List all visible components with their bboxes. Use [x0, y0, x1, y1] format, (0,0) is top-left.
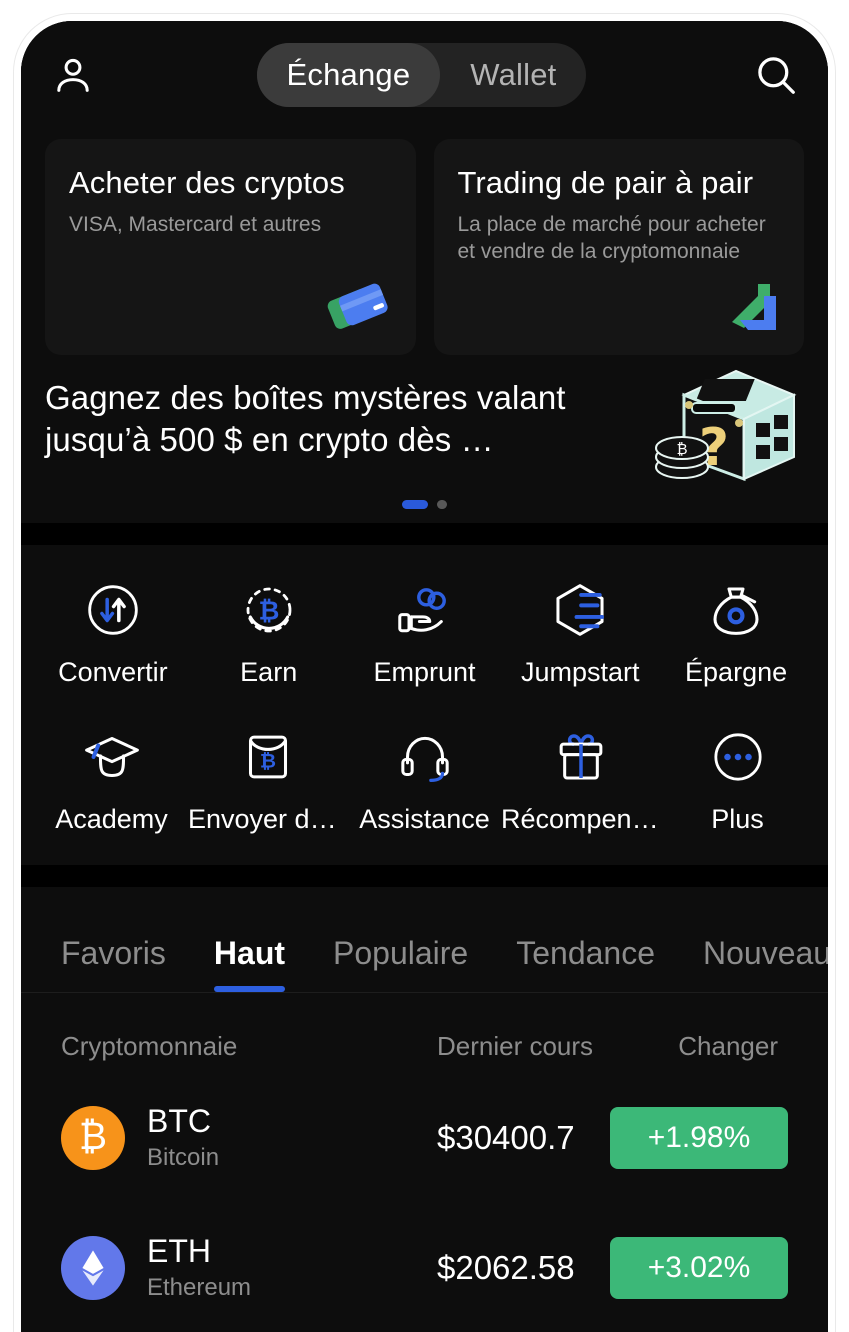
credit-cards-icon: [322, 276, 400, 343]
change-badge[interactable]: +1.98%: [610, 1107, 788, 1169]
coin-symbol: BTC: [147, 1103, 211, 1139]
coin-identity: ₿ BTC Bitcoin: [61, 1103, 431, 1173]
promo-card-list: Acheter des cryptos VISA, Mastercard et …: [21, 129, 828, 355]
market-tab-tendance[interactable]: Tendance: [516, 935, 679, 992]
quick-action-recompenses[interactable]: Récompenses: [501, 728, 661, 835]
app-header: Échange Wallet: [21, 21, 828, 129]
market-tab-favoris[interactable]: Favoris: [61, 935, 190, 992]
tab-wallet[interactable]: Wallet: [440, 43, 586, 107]
exchange-arrows-icon: [718, 276, 788, 343]
coin-price: $2062.58: [437, 1249, 575, 1286]
market-section: Favoris Haut Populaire Tendance Nouveau …: [21, 887, 828, 1332]
promo-banner[interactable]: Gagnez des boîtes mystères valant jusqu’…: [21, 355, 828, 523]
loan-hand-icon: [394, 581, 454, 639]
quick-action-academy[interactable]: Academy: [35, 728, 188, 835]
market-tabs: Favoris Haut Populaire Tendance Nouveau: [21, 887, 828, 993]
banner-dot-active[interactable]: [402, 500, 428, 509]
exchange-wallet-toggle[interactable]: Échange Wallet: [256, 43, 587, 107]
column-header-change: Changer: [678, 1030, 778, 1061]
table-row[interactable]: ₿ BTC Bitcoin $30400.7 +1.98%: [21, 1073, 828, 1203]
quick-action-jumpstart[interactable]: Jumpstart: [502, 581, 658, 688]
quick-action-envoyer[interactable]: ₿ Envoyer de l…: [188, 728, 348, 835]
promo-card-subtitle: La place de marché pour acheter et vendr…: [457, 212, 766, 264]
promo-card-title: Trading de pair à pair: [457, 165, 754, 200]
coin-name: Bitcoin: [147, 1143, 220, 1171]
market-tab-nouveau[interactable]: Nouveau: [703, 935, 828, 992]
quick-action-label: Envoyer de l…: [188, 804, 348, 834]
market-tab-populaire[interactable]: Populaire: [333, 935, 492, 992]
quick-action-epargne[interactable]: Épargne: [658, 581, 814, 688]
quick-action-label: Épargne: [685, 657, 788, 687]
coin-symbol: ETH: [147, 1233, 211, 1269]
savings-bag-icon: [708, 581, 764, 639]
quick-action-earn[interactable]: ₿ Earn: [191, 581, 347, 688]
promo-card-title: Acheter des cryptos: [69, 165, 345, 200]
quick-action-plus[interactable]: Plus: [661, 728, 814, 835]
coin-identity: ETH Ethereum: [61, 1233, 431, 1303]
banner-pagination[interactable]: [21, 500, 828, 509]
profile-button[interactable]: [47, 49, 99, 101]
phone-frame: Échange Wallet Acheter des cryptos VISA,…: [14, 14, 835, 1332]
quick-actions-row: Academy ₿ Envoyer de l… Assistance Récom…: [35, 728, 814, 835]
gift-icon: [553, 728, 609, 786]
ethereum-logo-icon: [61, 1235, 125, 1300]
column-header-price: Dernier cours: [437, 1030, 594, 1061]
promo-card-buy-crypto[interactable]: Acheter des cryptos VISA, Mastercard et …: [45, 139, 416, 355]
mystery-box-icon: ? ₿: [648, 361, 808, 498]
bitcoin-logo-icon: ₿: [61, 1105, 125, 1170]
coin-name: Ethereum: [147, 1273, 252, 1301]
quick-action-label: Earn: [240, 657, 298, 687]
envelope-bitcoin-icon: ₿: [241, 728, 295, 786]
quick-action-label: Academy: [55, 804, 168, 834]
market-tab-haut[interactable]: Haut: [213, 935, 309, 992]
svg-text:₿: ₿: [258, 596, 279, 626]
more-dots-icon: [710, 728, 766, 786]
coin-price: $30400.7: [437, 1119, 575, 1156]
quick-action-label: Récompenses: [501, 804, 661, 834]
section-divider: [21, 865, 828, 887]
app-screen: Échange Wallet Acheter des cryptos VISA,…: [21, 21, 828, 1332]
quick-action-label: Plus: [711, 804, 764, 834]
quick-action-label: Assistance: [359, 804, 490, 834]
market-column-headers: Cryptomonnaie Dernier cours Changer: [21, 993, 828, 1073]
quick-action-convertir[interactable]: Convertir: [35, 581, 191, 688]
change-badge[interactable]: +3.02%: [610, 1237, 788, 1299]
quick-action-emprunt[interactable]: Emprunt: [347, 581, 503, 688]
banner-dot[interactable]: [437, 500, 447, 509]
quick-actions-grid: Convertir ₿ Earn Emprunt Jumpstart Éparg…: [21, 545, 828, 865]
jumpstart-hexagon-icon: [551, 581, 609, 639]
section-divider: [21, 523, 828, 545]
person-icon: [57, 58, 89, 92]
quick-action-assistance[interactable]: Assistance: [348, 728, 501, 835]
page-root: Échange Wallet Acheter des cryptos VISA,…: [0, 0, 849, 1332]
svg-text:₿: ₿: [676, 440, 687, 458]
promo-card-subtitle: VISA, Mastercard et autres: [69, 212, 322, 236]
quick-action-label: Jumpstart: [521, 657, 640, 687]
column-header-name: Cryptomonnaie: [61, 1030, 238, 1061]
graduation-cap-icon: [82, 728, 142, 786]
earn-bitcoin-icon: ₿: [241, 581, 297, 639]
search-icon: [758, 57, 795, 94]
headset-icon: [397, 728, 453, 786]
quick-action-label: Emprunt: [373, 657, 476, 687]
svg-text:₿: ₿: [260, 750, 276, 773]
tab-exchange[interactable]: Échange: [256, 43, 441, 107]
promo-banner-text: Gagnez des boîtes mystères valant jusqu’…: [45, 379, 566, 459]
quick-action-label: Convertir: [58, 657, 168, 687]
convert-arrows-icon: [85, 581, 141, 639]
promo-card-p2p-trading[interactable]: Trading de pair à pair La place de march…: [433, 139, 804, 355]
search-button[interactable]: [750, 49, 802, 101]
quick-actions-row: Convertir ₿ Earn Emprunt Jumpstart Éparg…: [35, 581, 814, 688]
table-row[interactable]: ETH Ethereum $2062.58 +3.02%: [21, 1203, 828, 1332]
